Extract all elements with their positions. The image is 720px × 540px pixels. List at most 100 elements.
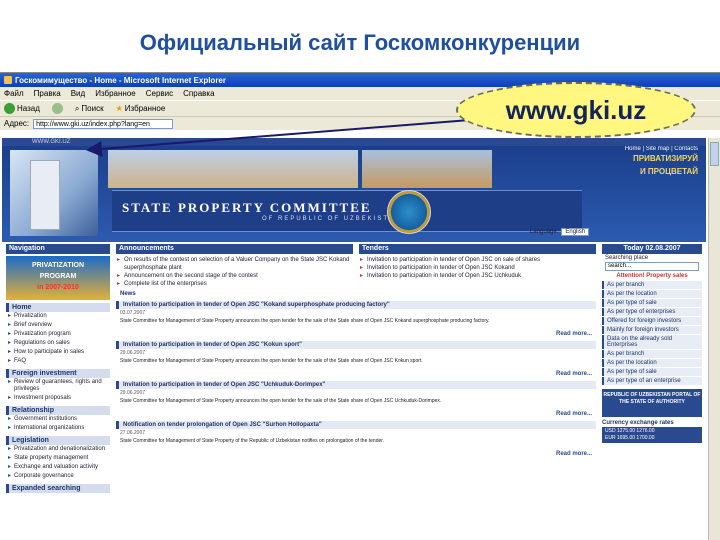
navigation-title: Navigation [6,244,110,254]
rate-usd: USD 1275.00 1276.00 [605,428,655,434]
property-filter-item[interactable]: Mainly for foreign investors [602,326,702,334]
announcement-link[interactable]: On results of the contest on selection o… [116,256,353,272]
tagline: ПРИВАТИЗИРУЙ И ПРОЦВЕТАЙ [633,154,698,176]
today-date: Today 02.08.2007 [602,244,702,254]
read-more-link[interactable]: Read more... [116,371,596,377]
tender-link[interactable]: Invitation to participation in tender of… [359,264,596,272]
website-url-callout: www.gki.uz [456,82,696,138]
news-title-link[interactable]: Invitation to participation in tender of… [116,341,596,349]
read-more-link[interactable]: Read more... [116,411,596,417]
nav-item[interactable]: Government institutions [6,415,110,424]
left-sidebar: Navigation PRIVATIZATION PROGRAM in 2007… [6,244,110,540]
menu-help[interactable]: Справка [183,89,214,98]
menu-favorites[interactable]: Избранное [95,89,136,98]
building-photo [10,150,98,236]
language-selector: Language: English [530,228,590,236]
site-search-input[interactable]: search... [605,262,699,271]
tenders-list: Invitation to participation in tender of… [359,256,596,288]
nav-section-title[interactable]: Legislation [6,436,110,445]
nav-item[interactable]: Exchange and valuation activity [6,463,110,472]
news-date: 03.07.2007 [120,310,146,316]
site-top-url: WWW.GKI.UZ [2,138,706,146]
news-title-link[interactable]: Invitation to participation in tender of… [116,301,596,309]
site-name-line2: OF REPUBLIC OF UZBEKISTAN [262,216,401,222]
nav-section-title[interactable]: Foreign investment [6,369,110,378]
back-button[interactable]: Назад [4,103,40,114]
nav-section-title[interactable]: Relationship [6,406,110,415]
news-list: Invitation to participation in tender of… [116,301,596,457]
nav-item[interactable]: Brief overview [6,321,110,330]
menu-edit[interactable]: Правка [34,89,61,98]
property-filter-item[interactable]: As per type of sale [602,299,702,307]
announcement-link[interactable]: Complete list of the enterprises [116,280,353,288]
architecture-photo [362,150,492,188]
menu-file[interactable]: Файл [4,89,24,98]
announcements-list: On results of the contest on selection o… [116,256,353,288]
tender-link[interactable]: Invitation to participation in tender of… [359,272,596,280]
back-label: Назад [17,104,40,113]
news-title-link[interactable]: Invitation to participation in tender of… [116,381,596,389]
nav-section-title[interactable]: Home [6,303,110,312]
news-item: Notification on tender prolongation of O… [116,421,596,457]
nav-item[interactable]: Privatization [6,312,110,321]
address-label: Адрес: [4,119,30,128]
language-select[interactable]: English [561,228,590,236]
search-label: Поиск [81,104,104,113]
property-filter-item[interactable]: Data on the already sold Enterprises [602,335,702,349]
nav-item[interactable]: Privatization and denationalization [6,445,110,454]
property-filter-item[interactable]: As per type of enterprises [602,308,702,316]
property-filter-item[interactable]: Offered for foreign investors [602,317,702,325]
nav-item[interactable]: Privatization program [6,330,110,339]
nav-item[interactable]: Review of guarantees, rights and privile… [6,378,110,394]
property-filter-item[interactable]: As per branch [602,350,702,358]
read-more-link[interactable]: Read more... [116,451,596,457]
announcements-title: Announcements [116,244,353,254]
slide-title: Официальный сайт Госкомконкуренции [139,30,581,55]
menu-view[interactable]: Вид [71,89,85,98]
tenders-title: Tenders [359,244,596,254]
news-body: State Committee for Management of State … [120,398,442,404]
property-filter-item[interactable]: As per the location [602,359,702,367]
currency-title: Currency exchange rates [602,420,674,426]
left-nav-sections: HomePrivatizationBrief overviewPrivatiza… [6,303,110,493]
forward-button[interactable] [51,103,63,114]
privatization-program-banner[interactable]: PRIVATIZATION PROGRAM in 2007-2010 [6,256,110,300]
news-body: State Committee for Management of State … [120,318,490,324]
news-body: State Committee for Management of State … [120,358,423,364]
nav-item[interactable]: State property management [6,454,110,463]
property-filter-item[interactable]: As per the location [602,290,702,298]
nav-item[interactable]: FAQ [6,357,110,366]
property-filter-item[interactable]: As per type of an enterprise [602,377,702,385]
government-portal-banner[interactable]: REPUBLIC OF UZBEKISTAN PORTAL OF THE STA… [602,389,702,417]
news-body: State Committee for Management of State … [120,438,385,444]
currency-rates: USD 1275.00 1276.00 EUR 1695.00 1700.00 [602,427,702,443]
nav-item[interactable]: How to participate in sales [6,348,110,357]
search-label: Searching place [605,255,649,261]
search-button[interactable]: ⌕ Поиск [75,104,104,114]
property-filter-item[interactable]: As per branch [602,281,702,289]
nav-item[interactable]: International organizations [6,424,110,433]
browser-window: Госкомимущество - Home - Microsoft Inter… [0,72,720,540]
scrollbar-thumb[interactable] [710,142,719,166]
back-arrow-icon [4,103,15,114]
menu-tools[interactable]: Сервис [146,89,173,98]
vertical-scrollbar[interactable] [708,138,720,540]
news-item: Invitation to participation in tender of… [116,341,596,377]
tender-link[interactable]: Invitation to participation in tender of… [359,256,596,264]
news-title-link[interactable]: Notification on tender prolongation of O… [116,421,596,429]
nav-item[interactable]: Corporate governance [6,472,110,481]
window-title: Госкомимущество - Home - Microsoft Inter… [15,75,226,85]
nav-item[interactable]: Regulations on sales [6,339,110,348]
nav-section-title[interactable]: Expanded searching [6,484,110,493]
site-name: STATE PROPERTY COMMITTEE OF REPUBLIC OF … [112,190,582,232]
property-filter-item[interactable]: As per type of sale [602,368,702,376]
right-sidebar: Today 02.08.2007 Searching place search.… [602,244,702,540]
nav-item[interactable]: Investment proposals [6,394,110,403]
address-input[interactable]: http://www.gki.uz/index.php?lang=en [33,118,174,129]
announcement-link[interactable]: Announcement on the second stage of the … [116,272,353,280]
language-label: Language: [530,229,559,235]
star-icon: ★ [115,104,123,113]
favorites-button[interactable]: ★ Избранное [116,104,166,113]
search-icon: ⌕ [74,103,80,113]
read-more-link[interactable]: Read more... [116,331,596,337]
